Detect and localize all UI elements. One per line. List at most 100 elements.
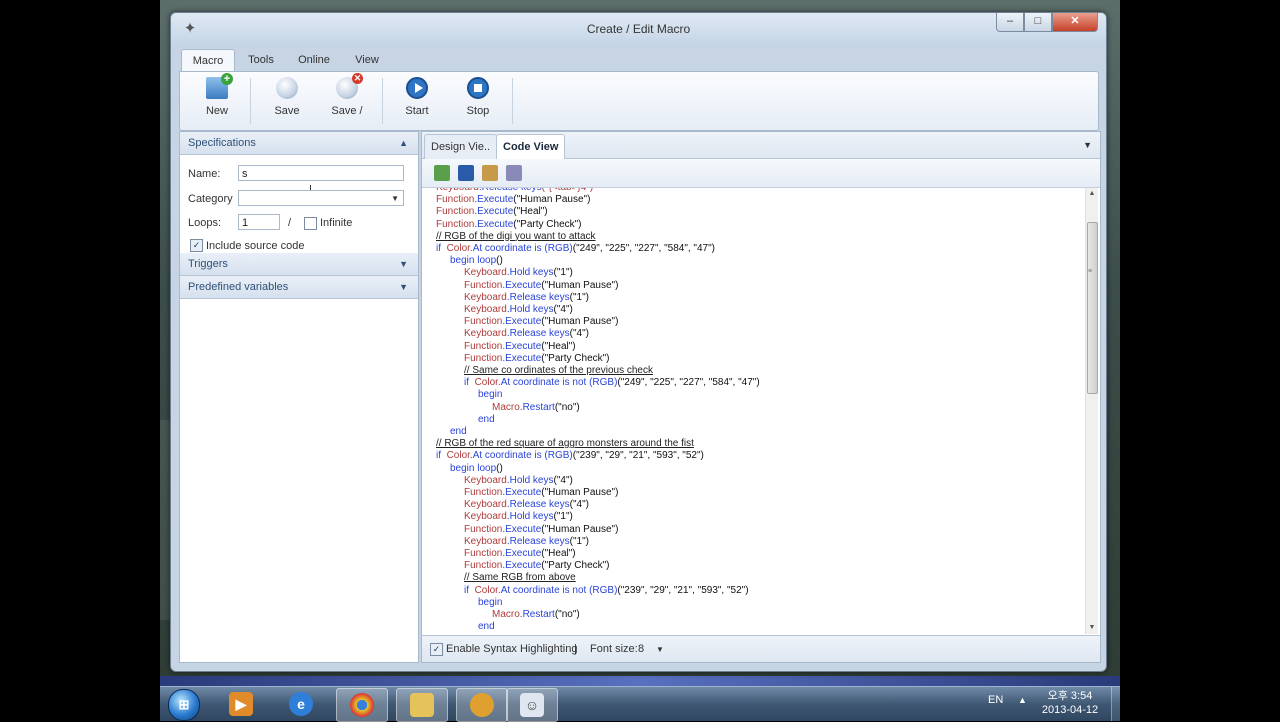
code-line[interactable]: Keyboard.Release keys("{<tab>}4") (436, 188, 593, 194)
code-line[interactable]: begin loop() (450, 463, 503, 475)
language-indicator[interactable]: EN (988, 694, 1003, 706)
code-token: ("1") (569, 291, 589, 303)
code-line[interactable]: Function.Execute("Human Pause") (436, 194, 590, 206)
chevron-down-icon[interactable]: ▼ (399, 253, 408, 275)
taskbar-media-player[interactable]: ▶ (216, 688, 266, 720)
code-line[interactable]: if Color.At coordinate is (RGB)("249", "… (436, 243, 715, 255)
code-line[interactable]: Macro.Restart("no") (492, 402, 580, 414)
code-token: .Execute (502, 279, 542, 291)
code-line[interactable]: // RGB of the digi you want to attack (436, 231, 596, 243)
code-token: if (436, 450, 447, 462)
code-line[interactable]: // RGB of the red square of aggro monste… (436, 438, 694, 450)
code-line[interactable]: Keyboard.Hold keys("4") (464, 304, 573, 316)
code-scrollbar[interactable]: ▲ ≡ ▼ (1085, 188, 1098, 634)
code-line[interactable]: Keyboard.Hold keys("1") (464, 511, 573, 523)
code-token: ("4") (569, 499, 589, 511)
specifications-header[interactable]: Specifications ▲ (180, 132, 418, 155)
save-button[interactable]: Save (262, 74, 312, 128)
code-line[interactable]: begin (478, 597, 502, 609)
code-token: if (464, 584, 475, 596)
insert-command-icon[interactable] (434, 165, 450, 181)
taskbar-file-explorer[interactable] (396, 688, 448, 722)
start-button[interactable]: Start (392, 74, 442, 128)
code-line[interactable]: end (478, 621, 495, 633)
code-line[interactable]: Function.Execute("Human Pause") (464, 280, 618, 292)
code-line[interactable]: Keyboard.Release keys("1") (464, 536, 589, 548)
insert-statement-icon[interactable] (506, 165, 522, 181)
code-token: ("Heal") (541, 340, 576, 352)
code-line[interactable]: if Color.At coordinate is not (RGB)("249… (464, 377, 760, 389)
triggers-header[interactable]: Triggers ▼ (180, 253, 418, 276)
code-line[interactable]: Macro.Restart("no") (492, 609, 580, 621)
tab-macro[interactable]: Macro (181, 49, 235, 72)
taskbar-chrome[interactable] (336, 688, 388, 722)
code-line[interactable]: end (478, 414, 495, 426)
code-line[interactable]: Function.Execute("Human Pause") (464, 524, 618, 536)
title-bar[interactable]: ✦ Create / Edit Macro – □ ✕ (171, 13, 1106, 45)
tab-view[interactable]: View (347, 49, 387, 71)
new-button[interactable]: + New (192, 73, 242, 128)
infinite-checkbox[interactable] (304, 217, 317, 230)
code-line[interactable]: // Same RGB from above (464, 572, 576, 584)
code-line[interactable]: Keyboard.Release keys("1") (464, 292, 589, 304)
code-line[interactable]: end (450, 426, 467, 438)
code-line[interactable]: Function.Execute("Party Check") (464, 353, 610, 365)
code-token: Function (436, 194, 475, 206)
scroll-thumb[interactable] (1087, 222, 1098, 394)
code-line[interactable]: if Color.At coordinate is (RGB)("239", "… (436, 450, 704, 462)
tab-design-view[interactable]: Design Vie.. (424, 134, 498, 159)
code-line[interactable]: Keyboard.Release keys("4") (464, 499, 589, 511)
name-field[interactable]: s (238, 165, 404, 181)
font-size-value[interactable]: 8 (638, 643, 644, 655)
save-as-button[interactable]: ✕ Save / (322, 73, 372, 128)
loops-field[interactable]: 1 (238, 214, 280, 230)
code-line[interactable]: Function.Execute("Heal") (464, 548, 576, 560)
code-line[interactable]: Function.Execute("Human Pause") (464, 316, 618, 328)
scroll-up-arrow-icon[interactable]: ▲ (1086, 188, 1098, 200)
tray-expand-icon[interactable]: ▲ (1018, 695, 1027, 705)
font-size-dropdown-icon[interactable]: ▼ (656, 645, 664, 654)
chevron-up-icon[interactable]: ▲ (399, 132, 408, 154)
dropdown-arrow-icon[interactable]: ▼ (391, 191, 399, 207)
chevron-down-icon[interactable]: ▼ (399, 276, 408, 298)
code-token: // Same RGB from above (464, 572, 576, 584)
code-line[interactable]: Function.Execute("Human Pause") (464, 487, 618, 499)
insert-window-icon[interactable] (458, 165, 474, 181)
stop-button[interactable]: Stop (453, 74, 503, 128)
show-desktop-button[interactable] (1111, 687, 1120, 721)
category-select[interactable]: ▼ (238, 190, 404, 206)
code-line[interactable]: Keyboard.Release keys("4") (464, 328, 589, 340)
code-line[interactable]: Keyboard.Hold keys("4") (464, 475, 573, 487)
insert-tool-icon[interactable] (482, 165, 498, 181)
taskbar-internet-explorer[interactable]: e (276, 688, 326, 720)
start-button[interactable]: ⊞ (168, 689, 200, 721)
system-clock[interactable]: 오후 3:54 2013-04-12 (1032, 689, 1108, 717)
tab-tools[interactable]: Tools (241, 49, 281, 71)
code-line[interactable]: Function.Execute("Party Check") (464, 560, 610, 572)
taskbar-macro-tool[interactable]: ☺ (506, 688, 558, 722)
code-line[interactable]: Function.Execute("Heal") (464, 341, 576, 353)
close-button[interactable]: ✕ (1052, 13, 1098, 32)
code-token: end (478, 413, 495, 425)
tabs-dropdown-icon[interactable]: ▼ (1083, 140, 1092, 150)
code-line[interactable]: if Color.At coordinate is not (RGB)("239… (464, 585, 749, 597)
tab-online[interactable]: Online (291, 49, 337, 71)
code-line[interactable]: // Same co ordinates of the previous che… (464, 365, 653, 377)
code-editor[interactable]: Keyboard.Release keys("{<tab>}4")Functio… (424, 188, 1084, 634)
specifications-panel: Specifications ▲ Name: s Category ▼ Loop… (179, 131, 419, 663)
code-line[interactable]: Function.Execute("Party Check") (436, 219, 582, 231)
include-source-label: Include source code (206, 240, 305, 252)
minimize-button[interactable]: – (996, 13, 1024, 32)
predefined-variables-header[interactable]: Predefined variables ▼ (180, 276, 418, 299)
maximize-button[interactable]: □ (1024, 13, 1052, 32)
code-line[interactable]: Function.Execute("Heal") (436, 206, 548, 218)
code-line[interactable]: begin loop() (450, 255, 503, 267)
code-line[interactable]: begin (478, 389, 502, 401)
internet-explorer-icon: e (289, 692, 313, 716)
scroll-down-arrow-icon[interactable]: ▼ (1086, 622, 1098, 634)
syntax-highlighting-checkbox[interactable]: ✓ (430, 643, 443, 656)
include-source-checkbox[interactable]: ✓ (190, 239, 203, 252)
code-line[interactable]: Keyboard.Hold keys("1") (464, 267, 573, 279)
taskbar-game-launcher[interactable] (456, 688, 508, 722)
tab-code-view[interactable]: Code View (496, 134, 566, 160)
